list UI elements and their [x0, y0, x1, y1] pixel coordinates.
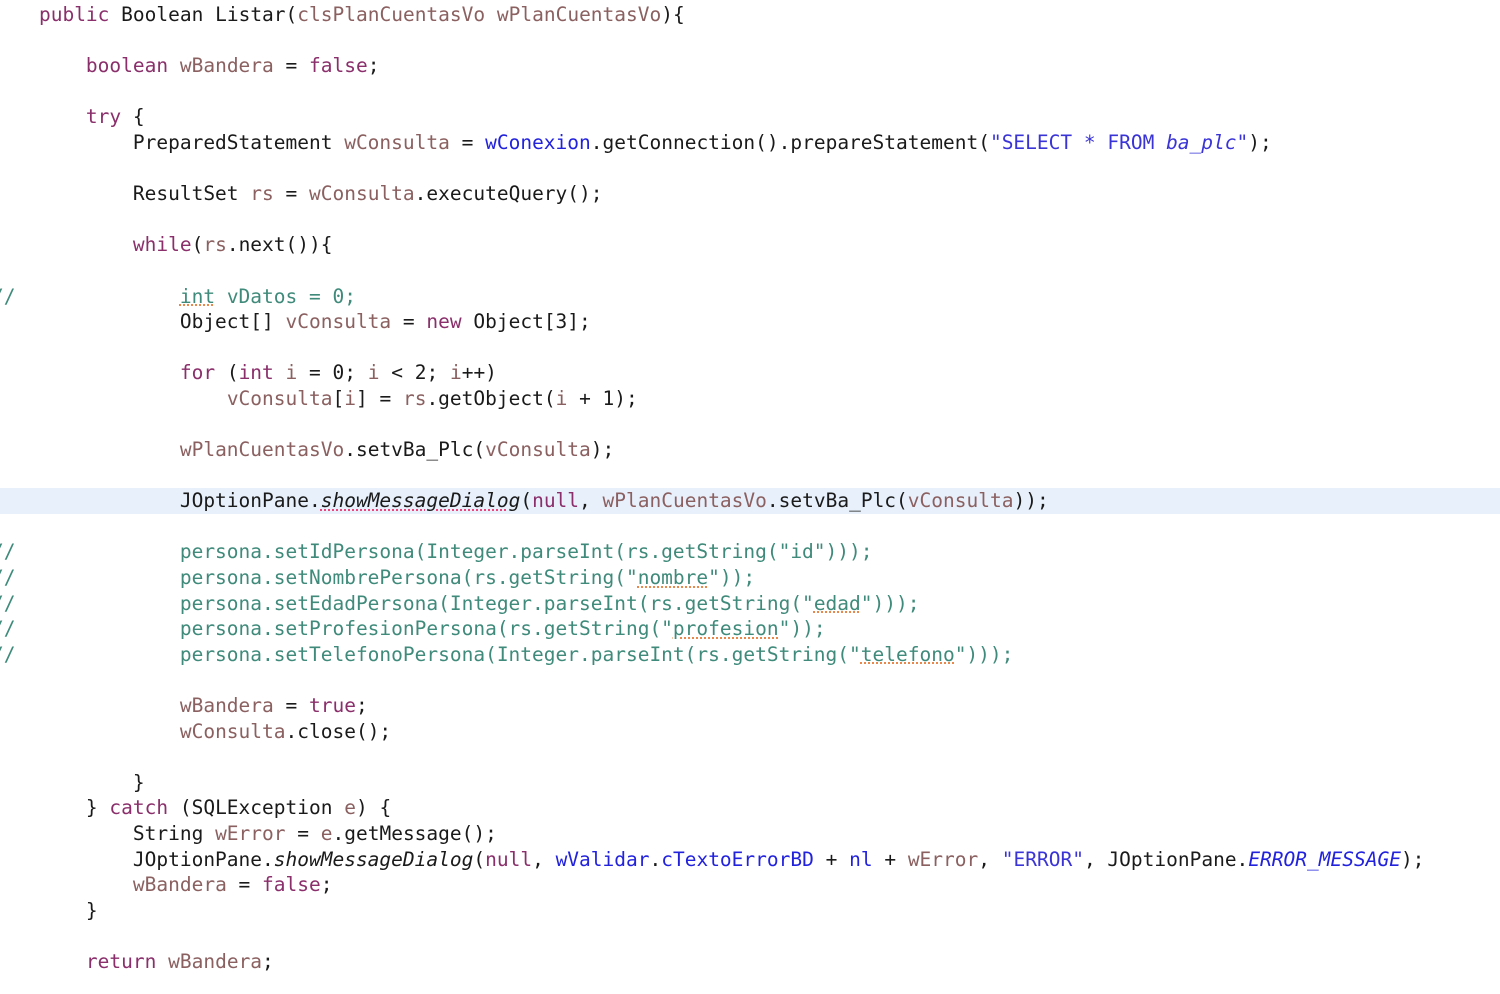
code-line[interactable]: ResultSet rs = wConsulta.executeQuery();	[0, 181, 1500, 207]
code-line-text: while(rs.next()){	[132, 233, 333, 257]
code-line-blank[interactable]	[0, 335, 1500, 361]
code-line-highlighted[interactable]: JOptionPane.showMessageDialog(null, wPla…	[0, 488, 1500, 514]
code-line-text: public Boolean Listar(clsPlanCuentasVo w…	[38, 3, 685, 26]
code-line-text: try {	[85, 105, 145, 129]
code-line[interactable]: JOptionPane.showMessageDialog(null, wVal…	[0, 847, 1500, 873]
code-line-comment[interactable]: // persona.setNombrePersona(rs.getString…	[0, 565, 1500, 591]
code-line-comment[interactable]: // persona.setProfesionPersona(rs.getStr…	[0, 616, 1500, 642]
code-line[interactable]: PreparedStatement wConsulta = wConexion.…	[0, 130, 1500, 156]
code-line[interactable]: wConsulta.close();	[0, 719, 1500, 745]
code-line-text: return wBandera;	[85, 949, 274, 973]
code-line[interactable]: return wBandera;	[0, 949, 1500, 975]
code-line[interactable]: public Boolean Listar(clsPlanCuentasVo w…	[0, 2, 1500, 28]
code-line-text: wBandera = false;	[132, 873, 333, 897]
spellcheck-marker: showMessageDialog	[320, 489, 521, 513]
code-line-blank[interactable]	[0, 258, 1500, 284]
code-line-text: // persona.setProfesionPersona(rs.getStr…	[0, 617, 826, 641]
code-line-blank[interactable]	[0, 207, 1500, 233]
spellcheck-marker: int	[179, 284, 216, 308]
code-line-text: boolean wBandera = false;	[85, 54, 380, 78]
code-line-text: // int vDatos = 0;	[0, 284, 356, 308]
code-line-text: ResultSet rs = wConsulta.executeQuery();	[0, 182, 603, 206]
code-line-text: // persona.setEdadPersona(Integer.parseI…	[0, 591, 920, 615]
code-line-blank[interactable]	[0, 412, 1500, 438]
code-line[interactable]: for (int i = 0; i < 2; i++)	[0, 360, 1500, 386]
code-line-blank[interactable]	[0, 667, 1500, 693]
code-line-blank[interactable]	[0, 156, 1500, 182]
code-line-text: for (int i = 0; i < 2; i++)	[179, 361, 497, 385]
code-line-text: PreparedStatement wConsulta = wConexion.…	[0, 130, 1272, 154]
code-line-blank[interactable]	[0, 744, 1500, 770]
code-line-comment[interactable]: // persona.setTelefonoPersona(Integer.pa…	[0, 642, 1500, 668]
code-line[interactable]: Object[] vConsulta = new Object[3];	[0, 309, 1500, 335]
spellcheck-marker: edad	[813, 591, 861, 615]
code-line[interactable]: }	[0, 898, 1500, 924]
code-line-text: // persona.setTelefonoPersona(Integer.pa…	[0, 642, 1014, 666]
code-line-text: } catch (SQLException e) {	[0, 796, 392, 820]
code-line-blank[interactable]	[0, 28, 1500, 54]
code-line-text: // persona.setNombrePersona(rs.getString…	[0, 566, 756, 590]
code-line-text: String wError = e.getMessage();	[0, 822, 497, 845]
spellcheck-marker: nombre	[637, 566, 709, 590]
code-line-text: JOptionPane.showMessageDialog(null, wVal…	[0, 847, 1425, 871]
code-line-text: }	[0, 898, 98, 922]
code-line[interactable]: try {	[0, 104, 1500, 130]
code-line-comment[interactable]: // persona.setIdPersona(Integer.parseInt…	[0, 539, 1500, 565]
code-line-text: wPlanCuentasVo.setvBa_Plc(vConsulta);	[179, 438, 615, 462]
code-line[interactable]: boolean wBandera = false;	[0, 53, 1500, 79]
code-editor-viewport[interactable]: public Boolean Listar(clsPlanCuentasVo w…	[0, 0, 1500, 994]
code-line[interactable]: String wError = e.getMessage();	[0, 821, 1500, 847]
code-line-blank[interactable]	[0, 923, 1500, 949]
code-line[interactable]: vConsulta[i] = rs.getObject(i + 1);	[0, 386, 1500, 412]
code-line-comment[interactable]: // persona.setEdadPersona(Integer.parseI…	[0, 591, 1500, 617]
code-line-text: }	[0, 770, 145, 794]
code-line[interactable]: while(rs.next()){	[0, 232, 1500, 258]
code-line[interactable]: wBandera = false;	[0, 872, 1500, 898]
code-line-text: wBandera = true;	[179, 694, 368, 718]
code-line[interactable]: }	[0, 770, 1500, 796]
code-line-text: wConsulta.close();	[179, 719, 392, 743]
code-line-blank[interactable]	[0, 463, 1500, 489]
spellcheck-marker: profesion	[672, 617, 779, 641]
code-line[interactable]: wBandera = true;	[0, 693, 1500, 719]
code-line-text: Object[] vConsulta = new Object[3];	[0, 310, 591, 334]
code-line[interactable]: wPlanCuentasVo.setvBa_Plc(vConsulta);	[0, 437, 1500, 463]
code-line-text: vConsulta[i] = rs.getObject(i + 1);	[226, 386, 638, 410]
code-line[interactable]: } catch (SQLException e) {	[0, 795, 1500, 821]
code-line-comment[interactable]: // int vDatos = 0;	[0, 284, 1500, 310]
code-line-blank[interactable]	[0, 79, 1500, 105]
spellcheck-marker: telefono	[860, 642, 955, 666]
code-line-blank[interactable]	[0, 514, 1500, 540]
code-line-text: JOptionPane.showMessageDialog(null, wPla…	[0, 489, 1049, 513]
code-line-text: // persona.setIdPersona(Integer.parseInt…	[0, 540, 873, 564]
